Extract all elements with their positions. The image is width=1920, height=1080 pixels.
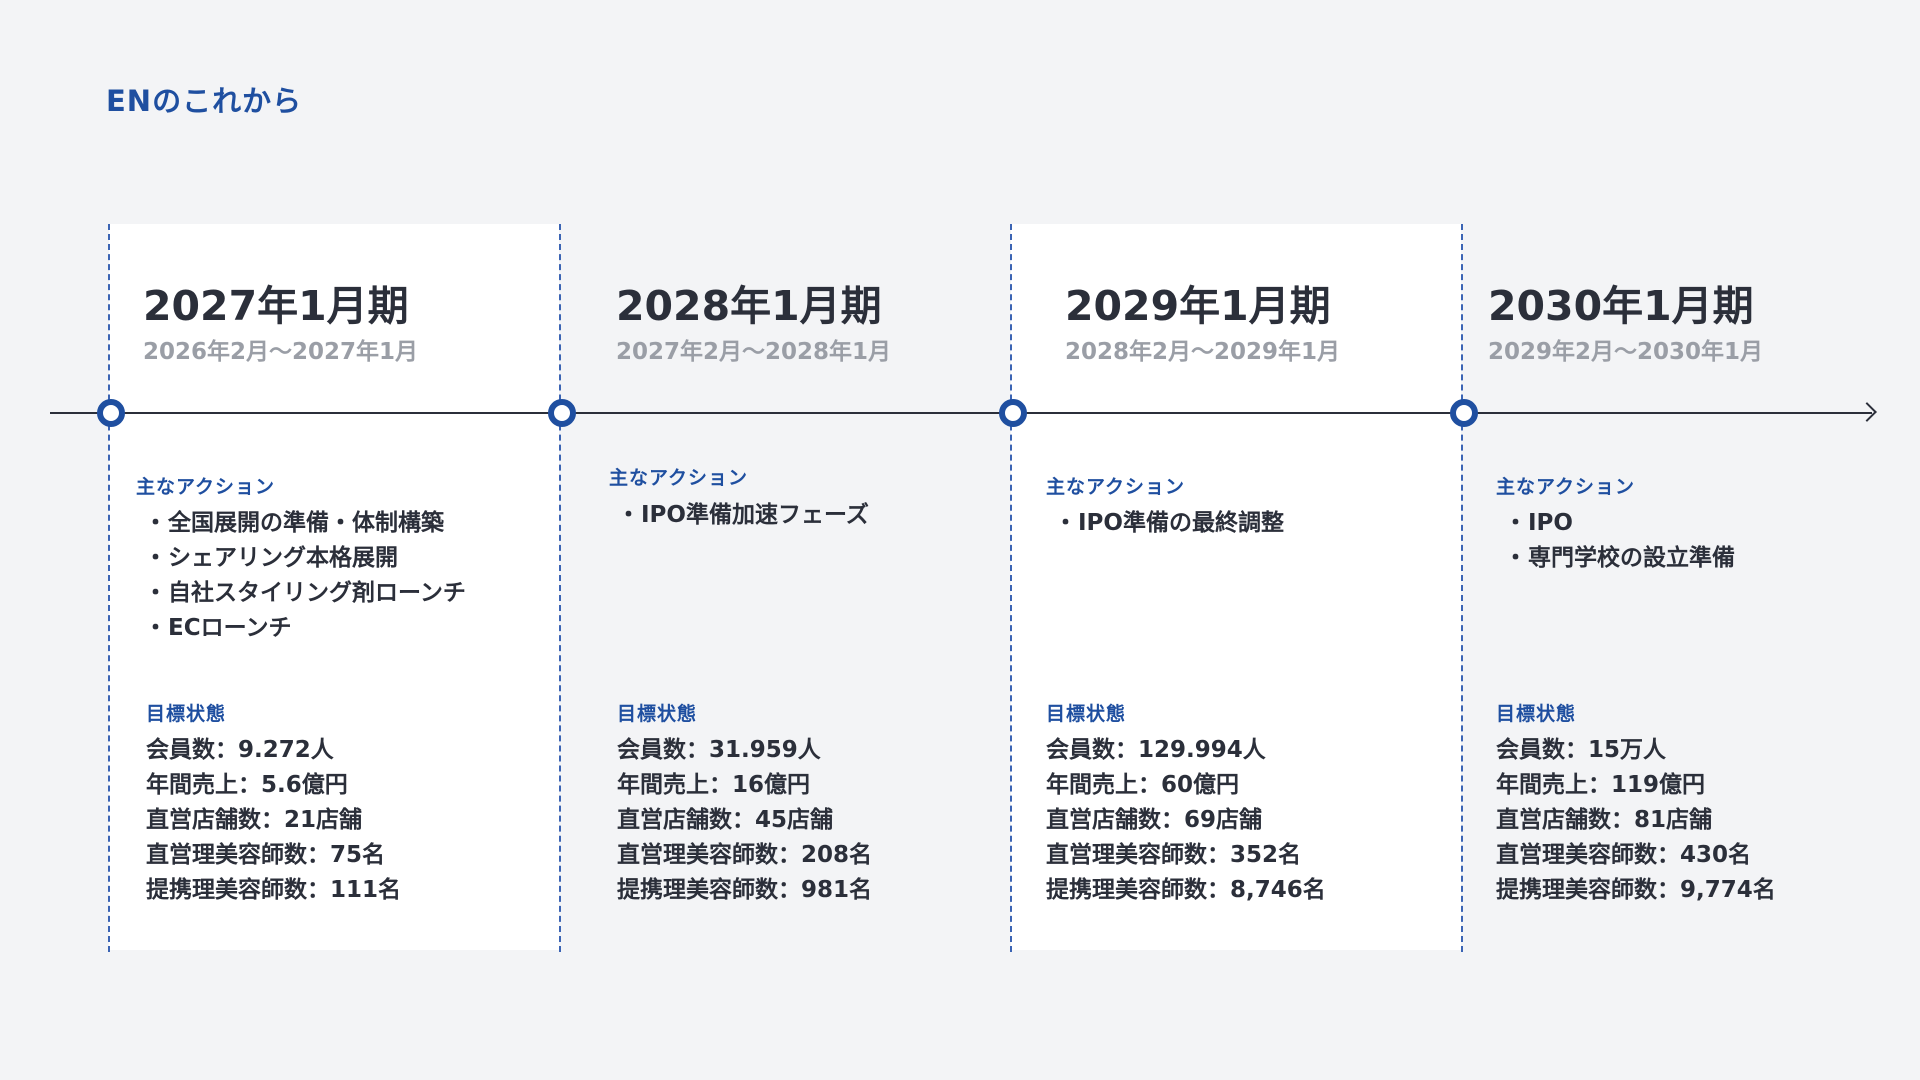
timeline-node-4 [1450,399,1478,427]
target-item: 直営理美容師数：352名 [1046,842,1302,868]
actions-list: ・IPO準備の最終調整 [1054,506,1284,541]
target-item: 提携理美容師数：111名 [146,877,402,903]
action-text: 専門学校の設立準備 [1528,545,1735,571]
period-divider [1010,224,1012,952]
actions-heading: 主なアクション [1496,476,1636,498]
bullet: ・ [1504,510,1527,536]
bullet: ・ [144,545,167,571]
period-range: 2029年2月～2030年1月 [1488,339,1764,365]
bullet: ・ [144,580,167,606]
action-text: ECローンチ [168,615,292,641]
target-item: 提携理美容師数：9,774名 [1496,877,1776,903]
targets-list: 会員数：9.272人 年間売上：5.6億円 直営店舗数：21店舗 直営理美容師数… [146,733,401,908]
arrow-right-icon [1857,402,1877,422]
targets-list: 会員数：129.994人 年間売上：60億円 直営店舗数：69店舗 直営理美容師… [1046,733,1326,908]
list-item: ・IPO準備の最終調整 [1054,506,1284,541]
target-item: 年間売上：60億円 [1046,772,1240,798]
list-item: ・IPO準備加速フェーズ [617,498,869,533]
targets-list: 会員数：15万人 年間売上：119億円 直営店舗数：81店舗 直営理美容師数：4… [1496,733,1776,908]
period-range: 2028年2月～2029年1月 [1065,339,1341,365]
period-divider [1461,224,1463,952]
list-item: ・ECローンチ [144,611,466,646]
targets-heading: 目標状態 [617,703,698,725]
target-item: 会員数：15万人 [1496,737,1667,763]
bullet: ・ [1054,510,1077,536]
target-item: 直営店舗数：21店舗 [146,807,363,833]
list-item: ・シェアリング本格展開 [144,541,466,576]
action-text: IPO準備の最終調整 [1078,510,1284,536]
period-divider [108,224,110,952]
action-text: 自社スタイリング剤ローンチ [168,580,466,606]
list-item: ・IPO [1504,506,1735,541]
bullet: ・ [144,615,167,641]
period-title: 2028年1月期 [616,282,882,330]
action-text: IPO [1528,510,1573,536]
target-item: 会員数：31.959人 [617,737,821,763]
actions-list: ・IPO ・専門学校の設立準備 [1504,506,1735,576]
target-item: 直営理美容師数：75名 [146,842,386,868]
action-text: シェアリング本格展開 [168,545,398,571]
period-range: 2027年2月～2028年1月 [616,339,892,365]
target-item: 直営理美容師数：208名 [617,842,873,868]
timeline-node-2 [548,399,576,427]
target-item: 提携理美容師数：8,746名 [1046,877,1326,903]
list-item: ・全国展開の準備・体制構築 [144,506,466,541]
targets-heading: 目標状態 [146,703,227,725]
period-title: 2030年1月期 [1488,282,1754,330]
period-title: 2027年1月期 [143,282,409,330]
actions-list: ・IPO準備加速フェーズ [617,498,869,533]
target-item: 提携理美容師数：981名 [617,877,873,903]
targets-heading: 目標状態 [1046,703,1127,725]
list-item: ・自社スタイリング剤ローンチ [144,576,466,611]
action-text: 全国展開の準備・体制構築 [168,510,444,536]
bullet: ・ [617,502,640,528]
target-item: 直営店舗数：45店舗 [617,807,834,833]
targets-heading: 目標状態 [1496,703,1577,725]
target-item: 直営理美容師数：430名 [1496,842,1752,868]
target-item: 年間売上：5.6億円 [146,772,348,798]
timeline-node-3 [999,399,1027,427]
target-item: 年間売上：119億円 [1496,772,1706,798]
list-item: ・専門学校の設立準備 [1504,541,1735,576]
period-range: 2026年2月～2027年1月 [143,339,419,365]
bullet: ・ [144,510,167,536]
period-divider [559,224,561,952]
actions-heading: 主なアクション [1046,476,1186,498]
target-item: 直営店舗数：81店舗 [1496,807,1713,833]
targets-list: 会員数：31.959人 年間売上：16億円 直営店舗数：45店舗 直営理美容師数… [617,733,872,908]
period-title: 2029年1月期 [1065,282,1331,330]
actions-heading: 主なアクション [609,467,749,489]
target-item: 直営店舗数：69店舗 [1046,807,1263,833]
bullet: ・ [1504,545,1527,571]
page-title: ENのこれから [106,84,303,118]
target-item: 会員数：9.272人 [146,737,334,763]
timeline-axis [50,412,1872,414]
timeline-node-1 [97,399,125,427]
actions-list: ・全国展開の準備・体制構築 ・シェアリング本格展開 ・自社スタイリング剤ローンチ… [144,506,466,646]
actions-heading: 主なアクション [136,476,276,498]
action-text: IPO準備加速フェーズ [641,502,869,528]
target-item: 年間売上：16億円 [617,772,811,798]
target-item: 会員数：129.994人 [1046,737,1266,763]
